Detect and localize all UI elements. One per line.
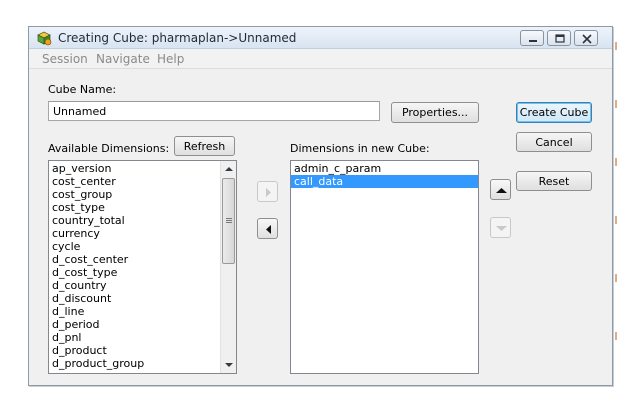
available-dimension-item[interactable]: d_product xyxy=(49,344,236,357)
available-dimension-item[interactable]: d_cost_center xyxy=(49,253,236,266)
remove-dimension-button[interactable] xyxy=(257,218,278,239)
add-dimension-button[interactable] xyxy=(257,181,278,202)
available-dimension-item[interactable]: d_pnl xyxy=(49,331,236,344)
move-up-button[interactable] xyxy=(490,179,511,200)
available-dimension-item[interactable]: currency xyxy=(49,227,236,240)
available-dimension-item[interactable]: d_discount xyxy=(49,292,236,305)
available-dimensions-label: Available Dimensions: xyxy=(48,142,170,155)
new-cube-dimensions-label: Dimensions in new Cube: xyxy=(290,142,430,155)
available-dimension-item[interactable]: d_cost_type xyxy=(49,266,236,279)
scroll-up-arrow-icon[interactable] xyxy=(221,161,236,177)
arrow-left-icon xyxy=(266,225,271,234)
menu-bar: Session Navigate Help xyxy=(29,49,612,69)
title-bar: Creating Cube: pharmaplan->Unnamed xyxy=(29,27,612,49)
arrow-down-icon xyxy=(496,226,507,231)
minimize-button[interactable] xyxy=(520,30,544,46)
creating-cube-dialog: Creating Cube: pharmaplan->Unnamed Sessi… xyxy=(28,26,613,386)
menu-navigate[interactable]: Navigate xyxy=(96,52,150,66)
dialog-content: Cube Name: Unnamed Properties... Create … xyxy=(29,70,612,385)
close-icon xyxy=(582,34,592,44)
minimize-icon xyxy=(529,40,537,42)
available-dimension-item[interactable]: cost_center xyxy=(49,175,236,188)
available-dimension-item[interactable]: cost_type xyxy=(49,201,236,214)
background-window-edge xyxy=(615,42,617,340)
arrow-right-icon xyxy=(266,188,271,197)
cube-app-icon xyxy=(36,30,52,46)
menu-help[interactable]: Help xyxy=(157,52,184,66)
refresh-button[interactable]: Refresh xyxy=(174,136,235,156)
cube-dimension-item[interactable]: admin_c_param xyxy=(291,162,478,175)
cube-name-input[interactable]: Unnamed xyxy=(48,101,380,121)
available-dimension-item[interactable]: country_total xyxy=(49,214,236,227)
available-list-scrollbar[interactable] xyxy=(220,161,236,373)
maximize-icon xyxy=(555,34,565,43)
menu-session[interactable]: Session xyxy=(42,52,88,66)
properties-button[interactable]: Properties... xyxy=(391,102,479,123)
maximize-button[interactable] xyxy=(547,30,571,46)
available-dimension-item[interactable]: cost_group xyxy=(49,188,236,201)
available-dimension-item[interactable]: cycle xyxy=(49,240,236,253)
cube-dimension-item[interactable]: call_data xyxy=(291,175,478,188)
move-down-button[interactable] xyxy=(490,217,511,238)
available-dimension-item[interactable]: d_period xyxy=(49,318,236,331)
cancel-button[interactable]: Cancel xyxy=(516,132,592,152)
cube-name-label: Cube Name: xyxy=(48,83,117,96)
available-dimension-item[interactable]: d_country xyxy=(49,279,236,292)
close-button[interactable] xyxy=(574,30,598,46)
available-dimension-item[interactable]: d_product_group xyxy=(49,357,236,370)
new-cube-dimensions-list[interactable]: admin_c_param call_data xyxy=(290,160,479,374)
create-cube-button[interactable]: Create Cube xyxy=(516,102,592,123)
window-title: Creating Cube: pharmaplan->Unnamed xyxy=(58,31,297,45)
arrow-up-icon xyxy=(496,188,507,193)
available-dimensions-list[interactable]: ap_version cost_center cost_group cost_type… xyxy=(48,160,237,374)
scroll-thumb[interactable] xyxy=(222,178,235,264)
available-dimension-item[interactable]: d_line xyxy=(49,305,236,318)
scroll-down-arrow-icon[interactable] xyxy=(221,357,236,373)
available-dimension-item[interactable]: ap_version xyxy=(49,162,236,175)
reset-button[interactable]: Reset xyxy=(516,171,592,191)
